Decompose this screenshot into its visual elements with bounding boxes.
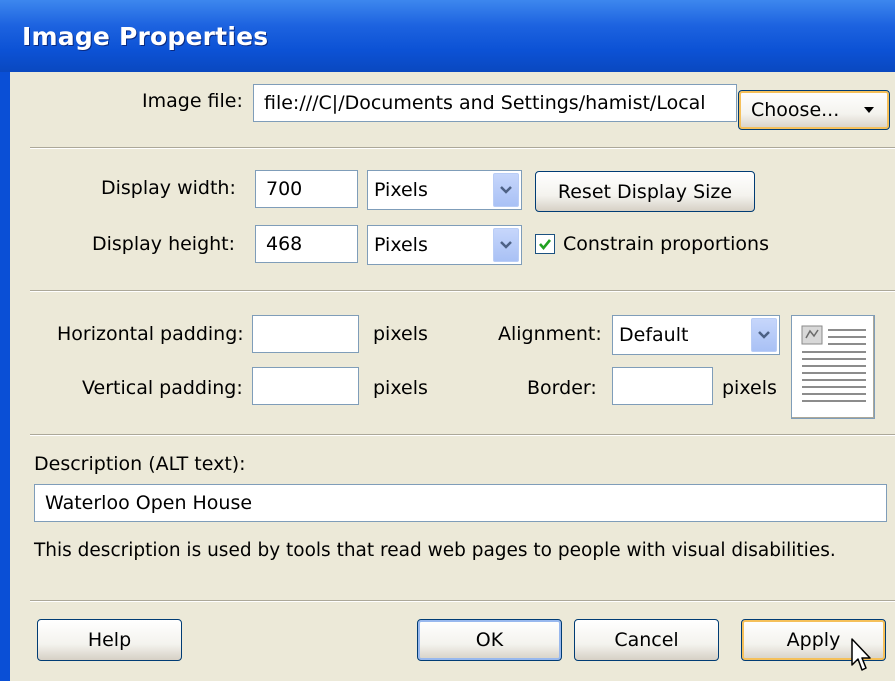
constrain-proportions-checkbox[interactable] <box>535 234 555 254</box>
display-height-label: Display height: <box>92 233 236 255</box>
vertical-padding-unit: pixels <box>373 377 428 399</box>
image-file-label: Image file: <box>142 90 243 112</box>
description-label: Description (ALT text): <box>34 453 246 475</box>
horizontal-padding-input[interactable] <box>252 315 359 353</box>
chevron-down-icon[interactable] <box>493 228 519 262</box>
image-file-input[interactable]: file:///C|/Documents and Settings/hamist… <box>253 84 737 122</box>
border-unit: pixels <box>722 377 777 399</box>
dialog-window: Image Properties Image file: file:///C|/… <box>0 0 895 681</box>
description-help-text: This description is used by tools that r… <box>34 540 836 561</box>
description-input[interactable]: Waterloo Open House <box>34 484 887 522</box>
border-label: Border: <box>527 377 597 399</box>
vertical-padding-input[interactable] <box>252 367 359 405</box>
display-width-label: Display width: <box>101 177 236 199</box>
vertical-padding-label: Vertical padding: <box>82 377 243 399</box>
separator-1 <box>30 147 895 149</box>
display-width-unit-value: Pixels <box>374 179 428 201</box>
title-bar[interactable]: Image Properties <box>0 0 895 72</box>
ok-button[interactable]: OK <box>417 619 562 661</box>
chevron-down-icon[interactable] <box>751 318 777 352</box>
mouse-pointer-icon <box>851 638 875 674</box>
help-button[interactable]: Help <box>37 619 182 661</box>
dialog-title: Image Properties <box>22 22 269 51</box>
alignment-value: Default <box>619 324 689 346</box>
separator-2 <box>30 290 895 292</box>
horizontal-padding-label: Horizontal padding: <box>57 323 244 345</box>
reset-display-size-button[interactable]: Reset Display Size <box>535 171 755 212</box>
alignment-label: Alignment: <box>498 323 602 345</box>
alignment-select[interactable]: Default <box>612 315 780 355</box>
display-height-input[interactable]: 468 <box>255 225 358 263</box>
separator-4 <box>30 600 895 602</box>
constrain-proportions-label[interactable]: Constrain proportions <box>563 233 769 255</box>
choose-button-label: Choose... <box>751 99 840 121</box>
dropdown-arrow-icon <box>863 101 875 124</box>
alignment-preview-icon <box>791 315 875 419</box>
dialog-body: Image file: file:///C|/Documents and Set… <box>10 72 895 681</box>
separator-3 <box>30 434 895 436</box>
display-height-unit-select[interactable]: Pixels <box>367 225 522 265</box>
display-height-unit-value: Pixels <box>374 234 428 256</box>
display-width-input[interactable]: 700 <box>255 170 358 208</box>
horizontal-padding-unit: pixels <box>373 323 428 345</box>
checkmark-icon <box>539 239 552 251</box>
display-width-unit-select[interactable]: Pixels <box>367 170 522 210</box>
chevron-down-icon[interactable] <box>493 173 519 207</box>
cancel-button[interactable]: Cancel <box>574 619 719 661</box>
choose-button[interactable]: Choose... <box>738 90 890 130</box>
border-input[interactable] <box>612 367 713 405</box>
